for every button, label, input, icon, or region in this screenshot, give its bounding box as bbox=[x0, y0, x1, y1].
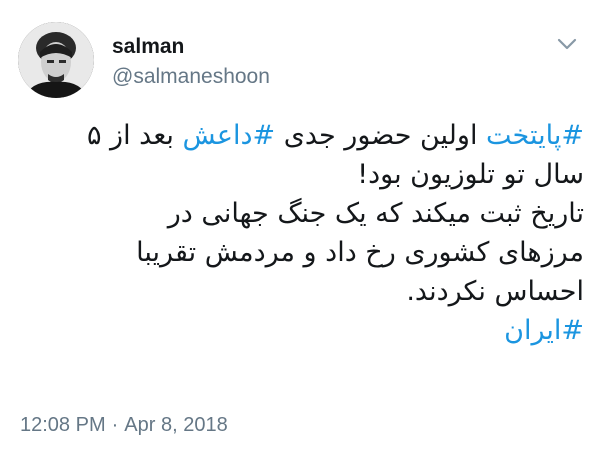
tweet-header: salman @salmaneshoon bbox=[18, 22, 584, 102]
avatar-image bbox=[18, 22, 94, 98]
tweet-line-2: سال تو تلوزیون بود! bbox=[357, 159, 584, 190]
tweet-text-segment: اولین حضور جدی bbox=[275, 120, 487, 151]
hashtag-link[interactable]: #داعش bbox=[182, 120, 275, 151]
tweet-line-6: #ایران bbox=[20, 311, 584, 350]
display-name[interactable]: salman bbox=[112, 34, 270, 60]
tweet-timestamp[interactable]: 12:08 PM · Apr 8, 2018 bbox=[20, 414, 228, 437]
tweet-text: #پایتخت اولین حضور جدی #داعش بعد از ۵ سا… bbox=[20, 116, 584, 350]
hashtag-link[interactable]: #پایتخت bbox=[486, 120, 584, 151]
chevron-down-icon[interactable] bbox=[554, 34, 580, 54]
tweet-line-5: احساس نکردند. bbox=[406, 276, 584, 307]
tweet-card: salman @salmaneshoon #پایتخت اولین حضور … bbox=[0, 0, 600, 462]
avatar[interactable] bbox=[18, 22, 94, 98]
tweet-text-segment: بعد از ۵ bbox=[86, 120, 183, 151]
meta-separator: · bbox=[111, 414, 119, 436]
hashtag-link[interactable]: #ایران bbox=[504, 315, 584, 346]
tweet-line-3: تاریخ ثبت میکند که یک جنگ جهانی در bbox=[167, 198, 584, 229]
user-info: salman @salmaneshoon bbox=[112, 34, 270, 90]
tweet-time: 12:08 PM bbox=[20, 414, 106, 436]
tweet-line-1: #پایتخت اولین حضور جدی #داعش بعد از ۵ bbox=[20, 116, 584, 155]
user-handle[interactable]: @salmaneshoon bbox=[112, 64, 270, 90]
tweet-line-4: مرزهای کشوری رخ داد و مردمش تقریبا bbox=[136, 237, 584, 268]
tweet-date: Apr 8, 2018 bbox=[124, 414, 228, 436]
